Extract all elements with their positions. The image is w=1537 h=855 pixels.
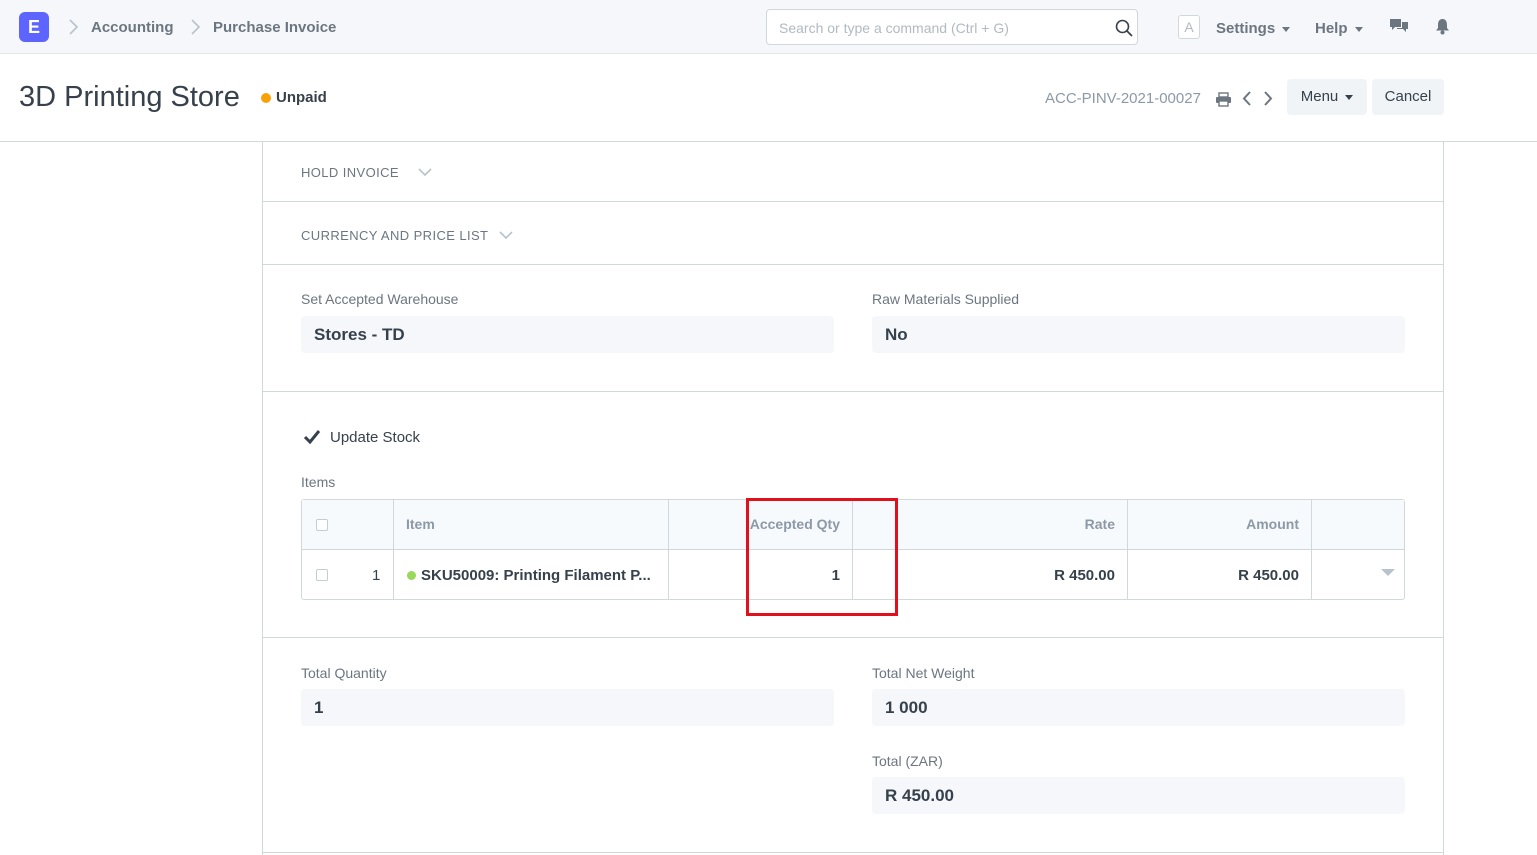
cancel-button[interactable]: Cancel [1372, 79, 1444, 115]
chevron-down-icon[interactable] [418, 167, 432, 177]
column-divider [393, 500, 394, 599]
document-name: ACC-PINV-2021-00027 [1045, 90, 1201, 107]
column-divider [668, 500, 669, 599]
app-logo[interactable]: E [19, 12, 49, 42]
page-head: 3D Printing Store Unpaid ACC-PINV-2021-0… [0, 54, 1537, 142]
section-divider [263, 391, 1443, 392]
section-divider [263, 852, 1443, 853]
section-divider [263, 637, 1443, 638]
settings-label: Settings [1216, 20, 1276, 37]
total-net-weight-label: Total Net Weight [872, 665, 975, 681]
row-checkbox[interactable] [316, 569, 328, 581]
select-all-checkbox[interactable] [316, 519, 328, 531]
caret-down-icon [1345, 94, 1354, 100]
chat-icon[interactable] [1389, 18, 1409, 35]
accepted-qty-highlight-box [746, 498, 898, 616]
menu-button[interactable]: Menu [1287, 79, 1367, 115]
total-zar-label: Total (ZAR) [872, 753, 943, 769]
search-bar [766, 9, 1138, 45]
column-divider [1311, 500, 1312, 599]
section-divider [263, 264, 1443, 265]
search-input[interactable] [779, 19, 1099, 37]
update-stock-label: Update Stock [330, 429, 421, 446]
set-accepted-warehouse-field[interactable]: Stores - TD [301, 316, 834, 353]
total-net-weight-field[interactable]: 1 000 [872, 689, 1405, 726]
raw-materials-supplied-label: Raw Materials Supplied [872, 291, 1020, 307]
checkmark-icon [303, 430, 321, 445]
avatar[interactable]: A [1178, 15, 1200, 39]
items-label: Items [301, 474, 336, 490]
help-label: Help [1315, 20, 1348, 37]
item-status-dot [407, 571, 416, 580]
breadcrumb-accounting[interactable]: Accounting [91, 19, 174, 36]
row-expand-icon[interactable] [1381, 569, 1395, 576]
raw-materials-supplied-field[interactable]: No [872, 316, 1405, 353]
caret-down-icon [1282, 26, 1291, 32]
settings-dropdown[interactable]: Settings [1216, 20, 1291, 37]
section-hold-invoice[interactable]: HOLD INVOICE [301, 165, 399, 180]
total-quantity-field[interactable]: 1 [301, 689, 834, 726]
menu-label: Menu [1300, 88, 1339, 105]
column-header-rate[interactable]: Rate [1085, 516, 1115, 532]
section-divider [263, 201, 1443, 202]
column-header-amount[interactable]: Amount [1246, 516, 1299, 532]
row-index: 1 [372, 567, 381, 584]
section-currency-price-list[interactable]: CURRENCY AND PRICE LIST [301, 228, 488, 243]
page-title: 3D Printing Store [19, 81, 240, 113]
rate-cell[interactable]: R 450.00 [1054, 567, 1115, 584]
total-quantity-label: Total Quantity [301, 665, 387, 681]
breadcrumb-purchase-invoice[interactable]: Purchase Invoice [213, 19, 336, 36]
amount-cell[interactable]: R 450.00 [1238, 567, 1299, 584]
form-layout: HOLD INVOICE CURRENCY AND PRICE LIST Set… [262, 142, 1444, 855]
total-zar-field[interactable]: R 450.00 [872, 777, 1405, 814]
column-divider [1127, 500, 1128, 599]
chevron-right-icon[interactable] [1262, 90, 1274, 107]
set-accepted-warehouse-label: Set Accepted Warehouse [301, 291, 459, 307]
status-indicator-dot [261, 93, 271, 103]
chevron-right-icon [69, 19, 79, 35]
item-cell[interactable]: SKU50009: Printing Filament P... [421, 567, 651, 584]
search-icon[interactable] [1115, 19, 1133, 37]
bell-icon[interactable] [1435, 18, 1450, 35]
chevron-down-icon[interactable] [499, 230, 513, 240]
help-dropdown[interactable]: Help [1315, 20, 1363, 37]
chevron-right-icon [191, 19, 201, 35]
chevron-left-icon[interactable] [1241, 90, 1253, 107]
print-icon[interactable] [1215, 92, 1232, 107]
navbar: E Accounting Purchase Invoice A Settings… [0, 0, 1537, 54]
column-header-item[interactable]: Item [406, 516, 435, 532]
caret-down-icon [1354, 26, 1363, 32]
status-badge: Unpaid [276, 89, 327, 106]
